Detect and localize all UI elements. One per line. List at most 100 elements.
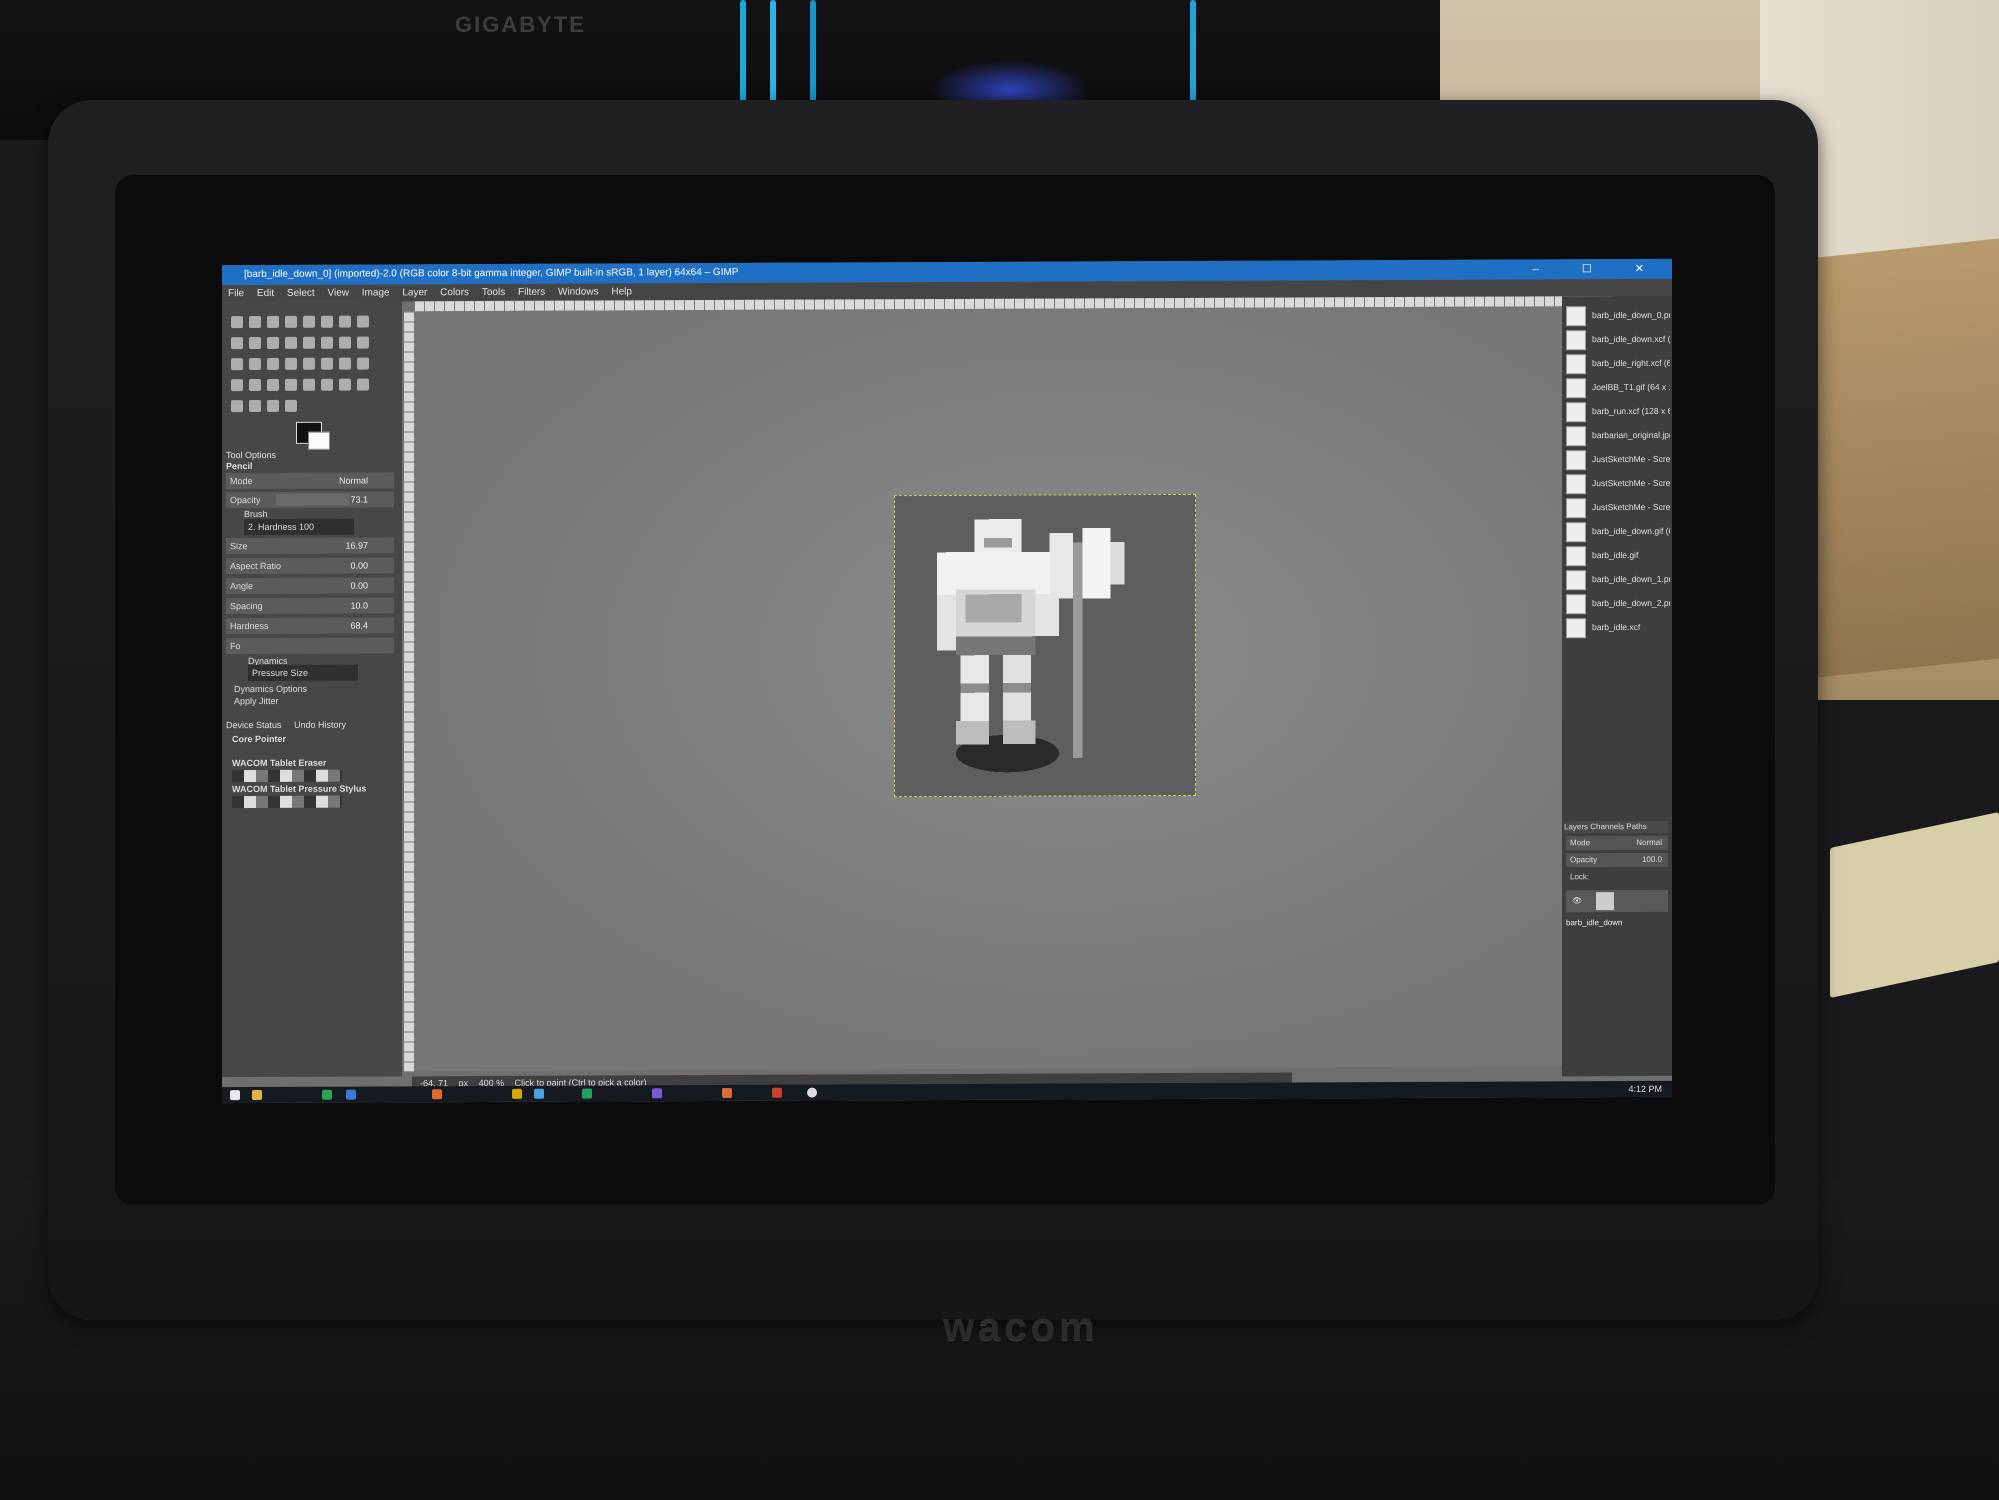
angle-slider[interactable]: Angle 0.00: [226, 577, 394, 595]
menu-select[interactable]: Select: [287, 288, 315, 299]
image-list-item[interactable]: barb_idle_right.xcf (64: [1566, 352, 1670, 375]
blur-icon[interactable]: [249, 399, 261, 413]
menu-file[interactable]: File: [228, 288, 244, 299]
chrome-icon[interactable]: [512, 1088, 522, 1099]
app-icon[interactable]: [432, 1089, 442, 1100]
aspect-ratio-slider[interactable]: Aspect Ratio 0.00: [226, 557, 394, 575]
layer-item[interactable]: 👁 barb_idle_down: [1566, 889, 1668, 927]
menu-edit[interactable]: Edit: [257, 288, 274, 299]
foreground-select-icon[interactable]: [339, 315, 351, 328]
start-icon[interactable]: [230, 1090, 240, 1101]
color-picker-icon[interactable]: [231, 337, 243, 350]
window-controls[interactable]: – ☐ ✕: [1533, 259, 1664, 280]
paths-icon[interactable]: [357, 315, 369, 328]
force-slider[interactable]: Fo: [226, 637, 394, 655]
apply-jitter-checkbox[interactable]: Apply Jitter: [234, 696, 279, 706]
layers-channels-paths-tabs[interactable]: Layers Channels Paths: [1564, 820, 1668, 834]
hardness-slider[interactable]: Hardness 68.4: [226, 617, 394, 635]
cage-icon[interactable]: [303, 357, 315, 370]
fuzzy-select-icon[interactable]: [285, 315, 297, 328]
mode-value[interactable]: Normal: [339, 473, 368, 489]
smudge-icon[interactable]: [231, 400, 243, 413]
spacing-slider[interactable]: Spacing 10.0: [226, 597, 394, 615]
heal-icon[interactable]: [357, 378, 369, 391]
pencil-icon[interactable]: [249, 378, 261, 392]
tool-options-tab[interactable]: Tool Options: [226, 450, 276, 460]
gimp-icon[interactable]: [807, 1087, 817, 1098]
measure-icon[interactable]: [267, 336, 279, 349]
size-slider[interactable]: Size 16.97: [226, 537, 394, 555]
layer-opacity-slider[interactable]: Opacity 100.0: [1566, 852, 1668, 868]
app-icon[interactable]: [722, 1087, 732, 1098]
eye-icon[interactable]: 👁: [1572, 890, 1582, 912]
menu-filters[interactable]: Filters: [518, 287, 545, 298]
background-color-swatch[interactable]: [308, 431, 330, 450]
move-icon[interactable]: [285, 336, 297, 349]
app-icon[interactable]: [772, 1087, 782, 1098]
image-list-item[interactable]: barb_idle_down_2.png: [1566, 592, 1670, 615]
image-list-item[interactable]: barb_idle_down.gif (64: [1566, 520, 1670, 543]
image-list-item[interactable]: JustSketchMe - Screen: [1566, 472, 1670, 495]
device-status-tab[interactable]: Device Status: [226, 720, 282, 730]
lasso-icon[interactable]: [267, 315, 279, 328]
zoom-icon[interactable]: [249, 336, 261, 350]
rect-select-icon[interactable]: [231, 316, 243, 329]
flip-icon[interactable]: [285, 357, 297, 370]
menu-help[interactable]: Help: [611, 286, 632, 297]
menu-layer[interactable]: Layer: [402, 287, 427, 298]
image-list-item[interactable]: JoelBB_T1.gif (64 x 12: [1566, 376, 1670, 399]
mypaint-brush-icon[interactable]: [285, 399, 297, 412]
pixel-art-image[interactable]: [894, 493, 1196, 798]
app-icon[interactable]: [582, 1088, 592, 1099]
dynamics-selector[interactable]: Pressure Size: [248, 664, 358, 682]
app-icon[interactable]: [346, 1089, 356, 1100]
image-list-item[interactable]: barb_idle.xcf: [1566, 616, 1670, 639]
color-select-icon[interactable]: [303, 315, 315, 328]
image-list-item[interactable]: barb_run.xcf (128 x 6: [1566, 400, 1670, 423]
bucket-fill-icon[interactable]: [357, 357, 369, 370]
image-list-item[interactable]: barbarian_original.jpg (: [1566, 424, 1670, 447]
image-list-item[interactable]: barb_idle_down.xcf (64: [1566, 328, 1670, 351]
layer-mode-value[interactable]: Normal: [1636, 836, 1662, 850]
paintbrush-icon[interactable]: [267, 378, 279, 391]
image-list-item[interactable]: barb_idle.gif: [1566, 544, 1670, 567]
ink-icon[interactable]: [321, 378, 333, 391]
text-icon[interactable]: [339, 357, 351, 370]
menu-colors[interactable]: Colors: [440, 287, 469, 298]
transform-icon[interactable]: [267, 357, 279, 370]
warp-icon[interactable]: [321, 357, 333, 370]
visual-studio-icon[interactable]: [652, 1088, 662, 1099]
rotate-icon[interactable]: [339, 336, 351, 349]
image-list-item[interactable]: JustSketchMe - Screen: [1566, 496, 1670, 519]
dynamics-options[interactable]: Dynamics Options: [234, 684, 307, 694]
undo-history-tab[interactable]: Undo History: [294, 720, 346, 730]
perspective-icon[interactable]: [249, 357, 261, 371]
mode-row[interactable]: Mode Normal: [226, 472, 394, 490]
brush-selector[interactable]: 2. Hardness 100: [244, 518, 354, 536]
file-explorer-icon[interactable]: [252, 1089, 262, 1101]
shear-icon[interactable]: [231, 358, 243, 371]
menu-tools[interactable]: Tools: [482, 287, 505, 298]
airbrush-icon[interactable]: [303, 378, 315, 391]
menu-view[interactable]: View: [328, 288, 350, 299]
image-list-item[interactable]: JustSketchMe - Screen: [1566, 448, 1670, 471]
align-icon[interactable]: [303, 336, 315, 349]
clone-icon[interactable]: [339, 378, 351, 391]
eraser-icon[interactable]: [285, 378, 297, 391]
aspect-ratio-label: Aspect Ratio: [230, 560, 282, 572]
opacity-slider[interactable]: Opacity 73.1: [226, 491, 394, 509]
canvas-area[interactable]: [414, 306, 1604, 1072]
image-list-item[interactable]: barb_idle_down_0.png: [1566, 304, 1670, 327]
menu-image[interactable]: Image: [362, 287, 390, 298]
ellipse-select-icon[interactable]: [249, 315, 261, 329]
dodge-icon[interactable]: [267, 399, 279, 412]
scale-icon[interactable]: [357, 336, 369, 349]
app-icon[interactable]: [534, 1088, 544, 1099]
image-list-item[interactable]: barb_idle_down_1.png: [1566, 568, 1670, 591]
gradient-icon[interactable]: [231, 379, 243, 392]
app-icon[interactable]: [322, 1089, 332, 1100]
layer-mode-row[interactable]: Mode Normal: [1566, 835, 1668, 851]
scissors-icon[interactable]: [321, 315, 333, 328]
menu-windows[interactable]: Windows: [558, 287, 599, 298]
crop-icon[interactable]: [321, 336, 333, 349]
